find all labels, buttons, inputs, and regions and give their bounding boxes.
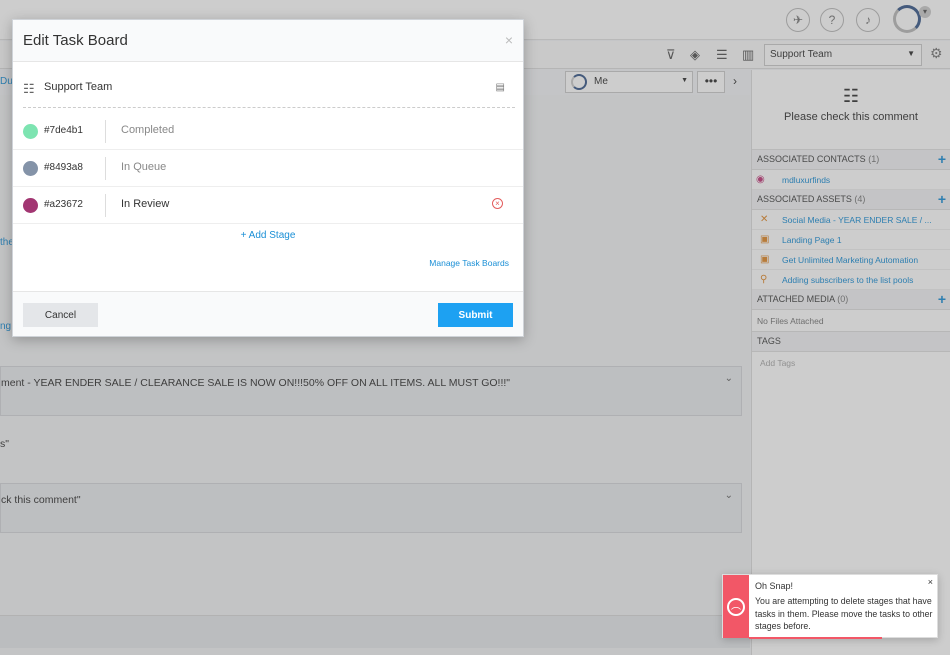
- sad-face-icon: ︵: [727, 598, 745, 616]
- close-icon[interactable]: ×: [505, 32, 513, 48]
- stage-name-input[interactable]: In Queue: [121, 161, 166, 173]
- add-stage-link[interactable]: + Add Stage: [13, 230, 523, 241]
- close-icon[interactable]: ×: [928, 577, 933, 587]
- stage-name-input[interactable]: In Review: [121, 198, 169, 210]
- manage-task-boards-link[interactable]: Manage Task Boards: [429, 258, 509, 268]
- delete-stage-icon[interactable]: ×: [492, 198, 503, 209]
- stage-color-swatch[interactable]: [23, 124, 38, 139]
- cancel-button[interactable]: Cancel: [23, 303, 98, 327]
- list-icon: ☷: [23, 81, 35, 96]
- stage-row: #a23672 In Review ×: [13, 187, 523, 224]
- toast-progress-bar: [749, 637, 882, 639]
- edit-task-board-modal: Edit Task Board × ☷ Support Team ▤ #7de4…: [12, 19, 524, 337]
- divider: [105, 157, 106, 180]
- stage-color-swatch[interactable]: [23, 161, 38, 176]
- toast-message: You are attempting to delete stages that…: [755, 596, 933, 631]
- divider: [105, 194, 106, 217]
- stage-color-code[interactable]: #7de4b1: [44, 125, 83, 136]
- stage-color-swatch[interactable]: [23, 198, 38, 213]
- toast-accent: ︵: [723, 575, 749, 638]
- board-name-row: ☷ Support Team ▤: [23, 78, 515, 108]
- stage-color-code[interactable]: #a23672: [44, 199, 83, 210]
- toast-title: Oh Snap!: [755, 581, 794, 591]
- stage-row: #7de4b1 Completed: [13, 113, 523, 150]
- edit-board-icon[interactable]: ▤: [496, 82, 505, 93]
- modal-footer: Cancel Submit: [13, 291, 523, 336]
- divider: [105, 120, 106, 143]
- modal-title: Edit Task Board: [23, 32, 128, 49]
- stage-color-code[interactable]: #8493a8: [44, 162, 83, 173]
- stage-name-input[interactable]: Completed: [121, 124, 174, 136]
- stage-row: #8493a8 In Queue: [13, 150, 523, 187]
- error-toast: ︵ Oh Snap! You are attempting to delete …: [722, 574, 938, 639]
- board-name[interactable]: Support Team: [44, 81, 112, 93]
- submit-button[interactable]: Submit: [438, 303, 513, 327]
- modal-header: Edit Task Board ×: [13, 20, 523, 62]
